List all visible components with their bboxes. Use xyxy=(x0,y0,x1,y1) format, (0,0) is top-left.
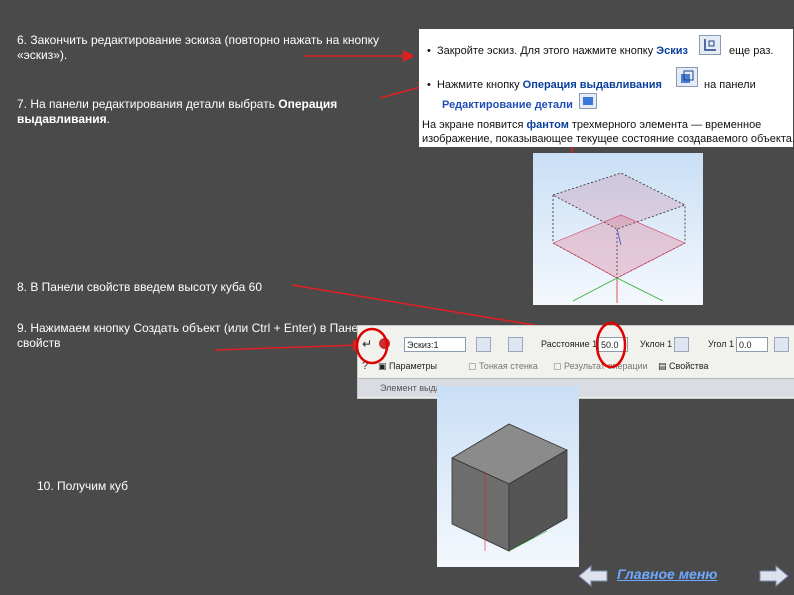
tab-operation-result[interactable]: ▢ Результат операции xyxy=(553,359,648,373)
step-7-prefix: 7. На панели редактирования детали выбра… xyxy=(17,97,279,111)
direction-icon[interactable] xyxy=(476,337,491,352)
redo-icon[interactable]: ? xyxy=(362,360,374,372)
instruction-line-4: На экране появится фантом трехмерного эл… xyxy=(422,119,761,131)
draft-angle-label: Уклон 1 xyxy=(640,339,673,349)
toolbar-params-row: ↵ Эскиз:1 Расстояние 1 50.0 Уклон 1 Угол… xyxy=(358,334,794,356)
tab-parameters[interactable]: ▣ Параметры xyxy=(378,359,437,373)
angle-direction-icon[interactable] xyxy=(774,337,789,352)
draft-angle-icon[interactable] xyxy=(674,337,689,352)
extrude-icon xyxy=(676,67,698,87)
sketch-icon xyxy=(699,35,721,55)
tab-properties[interactable]: ▤ Свойства xyxy=(658,359,709,373)
step-8-text: 8. В Панели свойств введем высоту куба 6… xyxy=(17,280,263,294)
step-6-text: 6. Закончить редактирование эскиза (повт… xyxy=(17,33,380,62)
main-menu-link[interactable]: Главное меню xyxy=(617,566,717,582)
line1-text: Закройте эскиз. Для этого нажмите кнопку xyxy=(436,45,657,57)
distance-input[interactable]: 50.0 xyxy=(598,337,628,352)
step-10-text: 10. Получим куб xyxy=(37,479,128,493)
step-7-text: 7. На панели редактирования детали выбра… xyxy=(17,97,402,127)
instruction-panel: • Закройте эскиз. Для этого нажмите кноп… xyxy=(419,29,794,147)
angle-label: Угол 1 xyxy=(708,339,734,349)
forward-arrow-icon[interactable] xyxy=(759,565,789,587)
line2-operation: Операция выдавливания xyxy=(522,79,662,91)
part-edit-icon xyxy=(579,93,597,109)
stop-icon[interactable] xyxy=(379,338,390,349)
back-arrow-icon[interactable] xyxy=(578,565,608,587)
instruction-line-1: • Закройте эскиз. Для этого нажмите кноп… xyxy=(427,45,688,57)
line1-end: еще раз. xyxy=(729,45,774,57)
phantom-preview-image xyxy=(533,153,703,305)
line4-phantom: фантом xyxy=(526,119,569,131)
line4-text: На экране появится xyxy=(422,119,527,131)
line3-panel-name: Редактирование детали xyxy=(442,99,573,111)
phantom-wireframe xyxy=(551,172,687,303)
type-icon[interactable] xyxy=(508,337,523,352)
line2-text: Нажмите кнопку xyxy=(436,79,523,91)
cube-shape xyxy=(451,423,568,552)
line2-end: на панели xyxy=(704,79,756,91)
distance-label: Расстояние 1 xyxy=(541,339,598,349)
cube-result-image xyxy=(437,386,579,567)
line4-rest: трехмерного элемента — временное xyxy=(568,119,762,131)
create-object-icon[interactable]: ↵ xyxy=(362,337,376,351)
step-9-text: 9. Нажимаем кнопку Создать объект (или C… xyxy=(17,321,372,350)
toolbar-tabs-row: ? ▣ Параметры ▢ Тонкая стенка ▢ Результа… xyxy=(358,359,794,375)
sketch-select[interactable]: Эскиз:1 xyxy=(404,337,466,352)
angle-input[interactable]: 0.0 xyxy=(736,337,768,352)
tab-thin-wall[interactable]: ▢ Тонкая стенка xyxy=(468,359,538,373)
line1-sketch: Эскиз xyxy=(656,45,688,57)
instruction-line-2: • Нажмите кнопку Операция выдавливания xyxy=(427,79,662,91)
instruction-line-5: изображение, показывающее текущее состоя… xyxy=(422,133,794,145)
step-7-suffix: . xyxy=(106,112,110,126)
